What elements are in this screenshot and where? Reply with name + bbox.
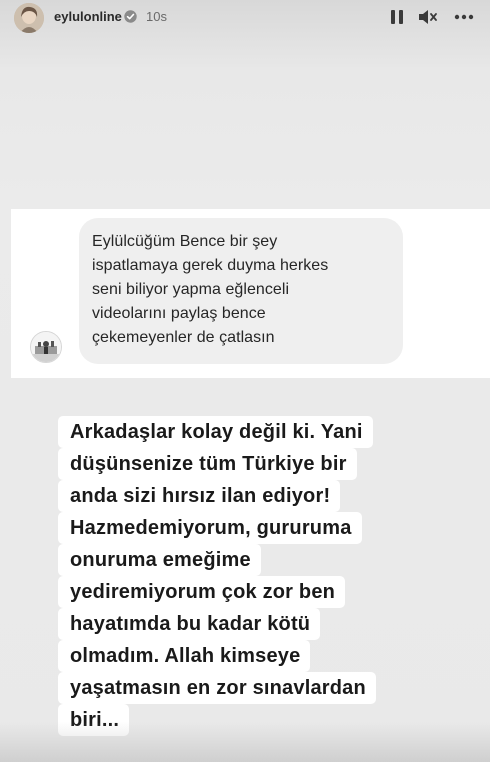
caption-line: anda sizi hırsız ilan ediyor! [58,480,478,512]
profile-avatar[interactable] [14,3,44,33]
caption-text: yaşatmasın en zor sınavlardan [58,672,376,704]
time-ago: 10s [146,9,167,24]
bottom-gradient [0,722,490,762]
sender-avatar [30,331,62,363]
verified-badge-icon [124,10,137,23]
caption-line: Hazmedemiyorum, gururuma [58,512,478,544]
caption-text: olmadım. Allah kimseye [58,640,311,672]
caption-line: hayatımda bu kadar kötü [58,608,478,640]
more-options-icon [454,14,474,20]
more-options-button[interactable] [453,6,475,28]
dm-message-line: seni biliyor yapma eğlenceli [92,281,290,298]
dm-message-line: çekemeyenler de çatlasın [92,329,275,346]
username[interactable]: eylulonline [54,9,122,24]
story-caption: Arkadaşlar kolay değil ki. Yani düşünsen… [58,416,478,736]
pause-button[interactable] [386,6,408,28]
mute-icon [419,10,437,24]
caption-text: düşünsenize tüm Türkiye bir [58,448,357,480]
caption-text: yediremiyorum çok zor ben [58,576,346,608]
caption-text: anda sizi hırsız ilan ediyor! [58,480,341,512]
caption-text: hayatımda bu kadar kötü [58,608,321,640]
caption-line: düşünsenize tüm Türkiye bir [58,448,478,480]
caption-line: olmadım. Allah kimseye [58,640,478,672]
caption-line: Arkadaşlar kolay değil ki. Yani [58,416,478,448]
pause-icon [391,10,403,24]
dm-message-line: videolarını paylaş bence [92,305,266,322]
caption-line: onuruma emeğime [58,544,478,576]
caption-line: yaşatmasın en zor sınavlardan [58,672,478,704]
caption-text: onuruma emeğime [58,544,261,576]
dm-message-line: Eylülcüğüm Bence bir şey [92,233,278,250]
caption-text: Arkadaşlar kolay değil ki. Yani [58,416,373,448]
caption-line: yediremiyorum çok zor ben [58,576,478,608]
caption-text: Hazmedemiyorum, gururuma [58,512,362,544]
story-header: eylulonline 10s [0,0,490,36]
dm-message-line: ispatlamaya gerek duyma herkes [92,257,329,274]
dm-message-bubble: Eylülcüğüm Bence bir şey ispatlamaya ger… [79,218,403,364]
mute-button[interactable] [417,6,439,28]
